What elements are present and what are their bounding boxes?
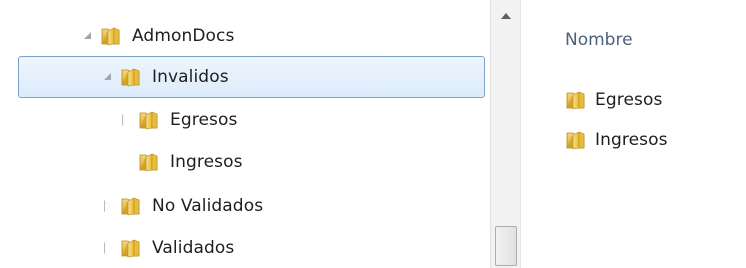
tree-item-label: Validados: [152, 238, 235, 258]
tree-item-label: Invalidos: [152, 67, 229, 87]
content-pane: Nombre Egresos Ingresos: [521, 0, 746, 268]
list-item-ingresos[interactable]: Ingresos: [565, 126, 668, 154]
list-item-label: Egresos: [595, 90, 663, 110]
tree-item-label: Egresos: [170, 110, 238, 130]
tree-item-label: No Validados: [152, 196, 264, 216]
navigation-pane: AdmonDocs Invalidos Egresos Ingresos No …: [0, 0, 490, 268]
scroll-track[interactable]: [491, 32, 520, 252]
folder-icon: [138, 109, 160, 131]
column-header-name[interactable]: Nombre: [565, 30, 633, 50]
arrow-up-icon: [500, 13, 511, 19]
tree-item-ingresos[interactable]: Ingresos: [118, 142, 478, 182]
tree-item-label: Ingresos: [170, 152, 243, 172]
explorer-window: AdmonDocs Invalidos Egresos Ingresos No …: [0, 0, 746, 268]
scroll-up-button[interactable]: [491, 0, 520, 32]
folder-icon: [120, 195, 142, 217]
expanded-arrow-icon[interactable]: [80, 28, 96, 44]
vertical-scrollbar[interactable]: [490, 0, 520, 268]
expanded-arrow-icon[interactable]: [100, 69, 116, 85]
collapsed-arrow-icon[interactable]: [100, 198, 116, 214]
tree-item-admondocs[interactable]: AdmonDocs: [80, 16, 480, 56]
folder-icon: [565, 89, 587, 111]
tree-item-label: AdmonDocs: [132, 26, 235, 46]
no-expander-spacer: [118, 154, 134, 170]
tree-item-validados[interactable]: Validados: [100, 228, 480, 268]
collapsed-arrow-icon[interactable]: [118, 112, 134, 128]
list-item-egresos[interactable]: Egresos: [565, 86, 662, 114]
tree-item-egresos[interactable]: Egresos: [118, 100, 478, 140]
tree-item-invalidos[interactable]: Invalidos: [18, 56, 485, 98]
scroll-thumb[interactable]: [495, 226, 517, 266]
collapsed-arrow-icon[interactable]: [100, 240, 116, 256]
folder-icon: [565, 129, 587, 151]
folder-icon: [100, 25, 122, 47]
folder-icon: [120, 66, 142, 88]
list-item-label: Ingresos: [595, 130, 668, 150]
folder-icon: [138, 151, 160, 173]
tree-item-no-validados[interactable]: No Validados: [100, 186, 480, 226]
folder-icon: [120, 237, 142, 259]
